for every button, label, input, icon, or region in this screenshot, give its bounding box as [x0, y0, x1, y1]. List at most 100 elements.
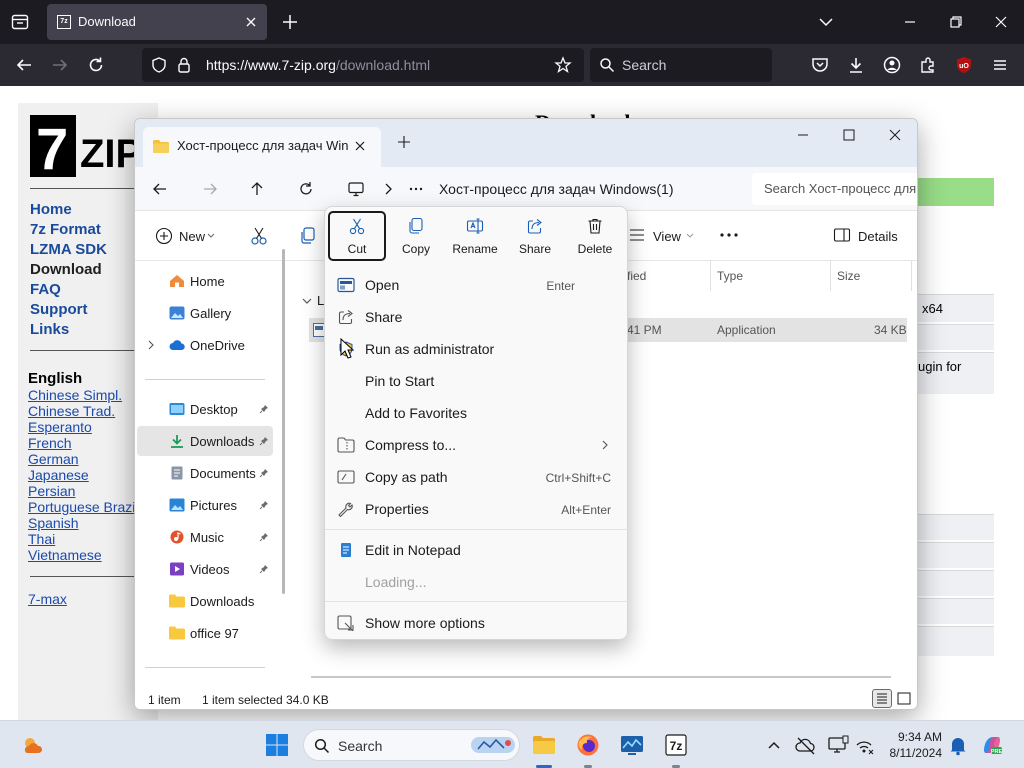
- show-hidden-icons-chevron-icon[interactable]: [762, 733, 786, 757]
- nav-item-home[interactable]: Home: [137, 266, 273, 296]
- pin-icon[interactable]: [259, 500, 269, 510]
- lang-link[interactable]: Persian: [28, 483, 75, 499]
- browser-search-box[interactable]: Search: [590, 48, 772, 82]
- bookmark-star-icon[interactable]: [554, 56, 572, 74]
- horizontal-scrollbar[interactable]: [311, 676, 891, 678]
- pin-icon[interactable]: [259, 564, 269, 574]
- large-icons-view-button[interactable]: [895, 689, 913, 708]
- column-type[interactable]: Type: [717, 269, 743, 283]
- nav-item-downloads-folder[interactable]: Downloads: [137, 586, 273, 616]
- copilot-icon[interactable]: PRE: [980, 733, 1004, 757]
- monitor-icon[interactable]: [347, 180, 365, 198]
- web-nav-faq[interactable]: FAQ: [30, 281, 61, 298]
- back-arrow-icon[interactable]: [14, 55, 34, 75]
- start-windows-icon[interactable]: [265, 733, 289, 757]
- ctx-item-add-to-favorites[interactable]: Add to Favorites: [329, 398, 625, 428]
- nav-item-desktop[interactable]: Desktop: [137, 394, 273, 424]
- ctx-item-run-as-administrator[interactable]: Run as administrator: [329, 334, 625, 364]
- web-nav-home[interactable]: Home: [30, 201, 72, 218]
- lock-icon[interactable]: [176, 56, 192, 74]
- weather-widget-icon[interactable]: [20, 733, 44, 757]
- column-separator[interactable]: [830, 261, 831, 291]
- extensions-icon[interactable]: [918, 55, 938, 75]
- web-nav-download[interactable]: Download: [30, 261, 102, 278]
- lang-link[interactable]: German: [28, 451, 79, 467]
- nav-pane-scrollbar[interactable]: [282, 249, 285, 594]
- nav-item-onedrive[interactable]: OneDrive: [137, 330, 273, 360]
- web-nav-support[interactable]: Support: [30, 301, 88, 318]
- details-button[interactable]: Details: [858, 229, 898, 244]
- menu-hamburger-icon[interactable]: [990, 55, 1010, 75]
- more-breadcrumbs-icon[interactable]: [407, 180, 425, 198]
- nav-item-documents[interactable]: Documents: [137, 458, 273, 488]
- rename-action-button[interactable]: Rename: [446, 211, 504, 261]
- nav-item-gallery[interactable]: Gallery: [137, 298, 273, 328]
- web-nav-lzma-sdk[interactable]: LZMA SDK: [30, 241, 107, 258]
- new-button[interactable]: New: [155, 225, 219, 247]
- ctx-item-share[interactable]: Share: [329, 302, 625, 332]
- url-bar[interactable]: https://www.7-zip.org/download.html: [142, 48, 584, 82]
- restore-icon[interactable]: [946, 12, 966, 32]
- share-action-button[interactable]: Share: [506, 211, 564, 261]
- ublock-origin-icon[interactable]: uO: [954, 55, 974, 75]
- close-window-icon[interactable]: [991, 12, 1011, 32]
- ctx-item-copy-as-path[interactable]: Copy as path Ctrl+Shift+C: [329, 462, 625, 492]
- firefox-taskbar-icon[interactable]: [576, 733, 600, 757]
- cut-icon[interactable]: [250, 226, 268, 246]
- close-window-icon[interactable]: [887, 127, 903, 143]
- column-separator[interactable]: [911, 261, 912, 291]
- nav-item-office-97[interactable]: office 97: [137, 618, 273, 648]
- breadcrumb-chevron-icon[interactable]: [379, 180, 397, 198]
- breadcrumb-path[interactable]: Хост-процесс для задач Windows(1): [439, 181, 673, 197]
- web-nav-links[interactable]: Links: [30, 321, 69, 338]
- pocket-icon[interactable]: [810, 55, 830, 75]
- reload-icon[interactable]: [86, 55, 106, 75]
- ctx-item-compress-to[interactable]: Compress to...: [329, 430, 625, 460]
- lang-link[interactable]: Esperanto: [28, 419, 92, 435]
- lang-link[interactable]: Vietnamese: [28, 547, 102, 563]
- minimize-icon[interactable]: [900, 12, 920, 32]
- system-clock[interactable]: 9:34 AM 8/11/2024: [878, 729, 943, 761]
- view-button[interactable]: View: [653, 229, 681, 244]
- nav-item-videos[interactable]: Videos: [137, 554, 273, 584]
- details-pane-icon[interactable]: [833, 227, 851, 243]
- forward-arrow-icon[interactable]: [201, 180, 219, 198]
- column-separator[interactable]: [710, 261, 711, 291]
- back-arrow-icon[interactable]: [151, 180, 169, 198]
- explorer-search-input[interactable]: Search Хост-процесс для задач Windows(1): [752, 173, 917, 205]
- ctx-item-pin-to-start[interactable]: Pin to Start: [329, 366, 625, 396]
- more-options-icon[interactable]: [719, 227, 739, 243]
- pin-icon[interactable]: [259, 532, 269, 542]
- file-explorer-taskbar-icon[interactable]: [532, 733, 556, 757]
- tab-overview-icon[interactable]: [10, 12, 30, 32]
- monitor-chart-taskbar-icon[interactable]: [620, 733, 644, 757]
- onedrive-offline-icon[interactable]: [794, 733, 818, 757]
- refresh-icon[interactable]: [297, 180, 315, 198]
- new-tab-icon[interactable]: [397, 135, 411, 149]
- ctx-item-edit-in-notepad[interactable]: Edit in Notepad: [329, 535, 625, 565]
- nav-item-pictures[interactable]: Pictures: [137, 490, 273, 520]
- pin-icon[interactable]: [259, 404, 269, 414]
- close-tab-icon[interactable]: [353, 139, 367, 153]
- lang-link[interactable]: Chinese Simpl.: [28, 387, 122, 403]
- ctx-item-properties[interactable]: Properties Alt+Enter: [329, 494, 625, 524]
- downloads-icon[interactable]: [846, 55, 866, 75]
- shield-icon[interactable]: [150, 56, 168, 74]
- list-all-tabs-chevron-icon[interactable]: [816, 12, 836, 32]
- lang-link[interactable]: Japanese: [28, 467, 89, 483]
- copy-action-button[interactable]: Copy: [387, 211, 445, 261]
- taskbar-search-box[interactable]: Search: [303, 729, 520, 761]
- up-arrow-icon[interactable]: [248, 180, 266, 198]
- pin-icon[interactable]: [259, 436, 269, 446]
- network-icon[interactable]: [852, 733, 876, 757]
- display-icon[interactable]: [826, 733, 850, 757]
- details-view-button[interactable]: [872, 689, 892, 708]
- minimize-icon[interactable]: [795, 127, 811, 143]
- browser-tab-download[interactable]: 7z Download: [47, 4, 267, 40]
- new-tab-icon[interactable]: [280, 12, 300, 32]
- lang-link[interactable]: Portuguese Brazilian: [28, 499, 134, 515]
- ctx-item-open[interactable]: Open Enter: [329, 270, 625, 300]
- explorer-tab[interactable]: Хост-процесс для задач Windows(1): [143, 127, 381, 167]
- group-collapse-chevron-icon[interactable]: [301, 295, 313, 307]
- nav-item-downloads[interactable]: Downloads: [137, 426, 273, 456]
